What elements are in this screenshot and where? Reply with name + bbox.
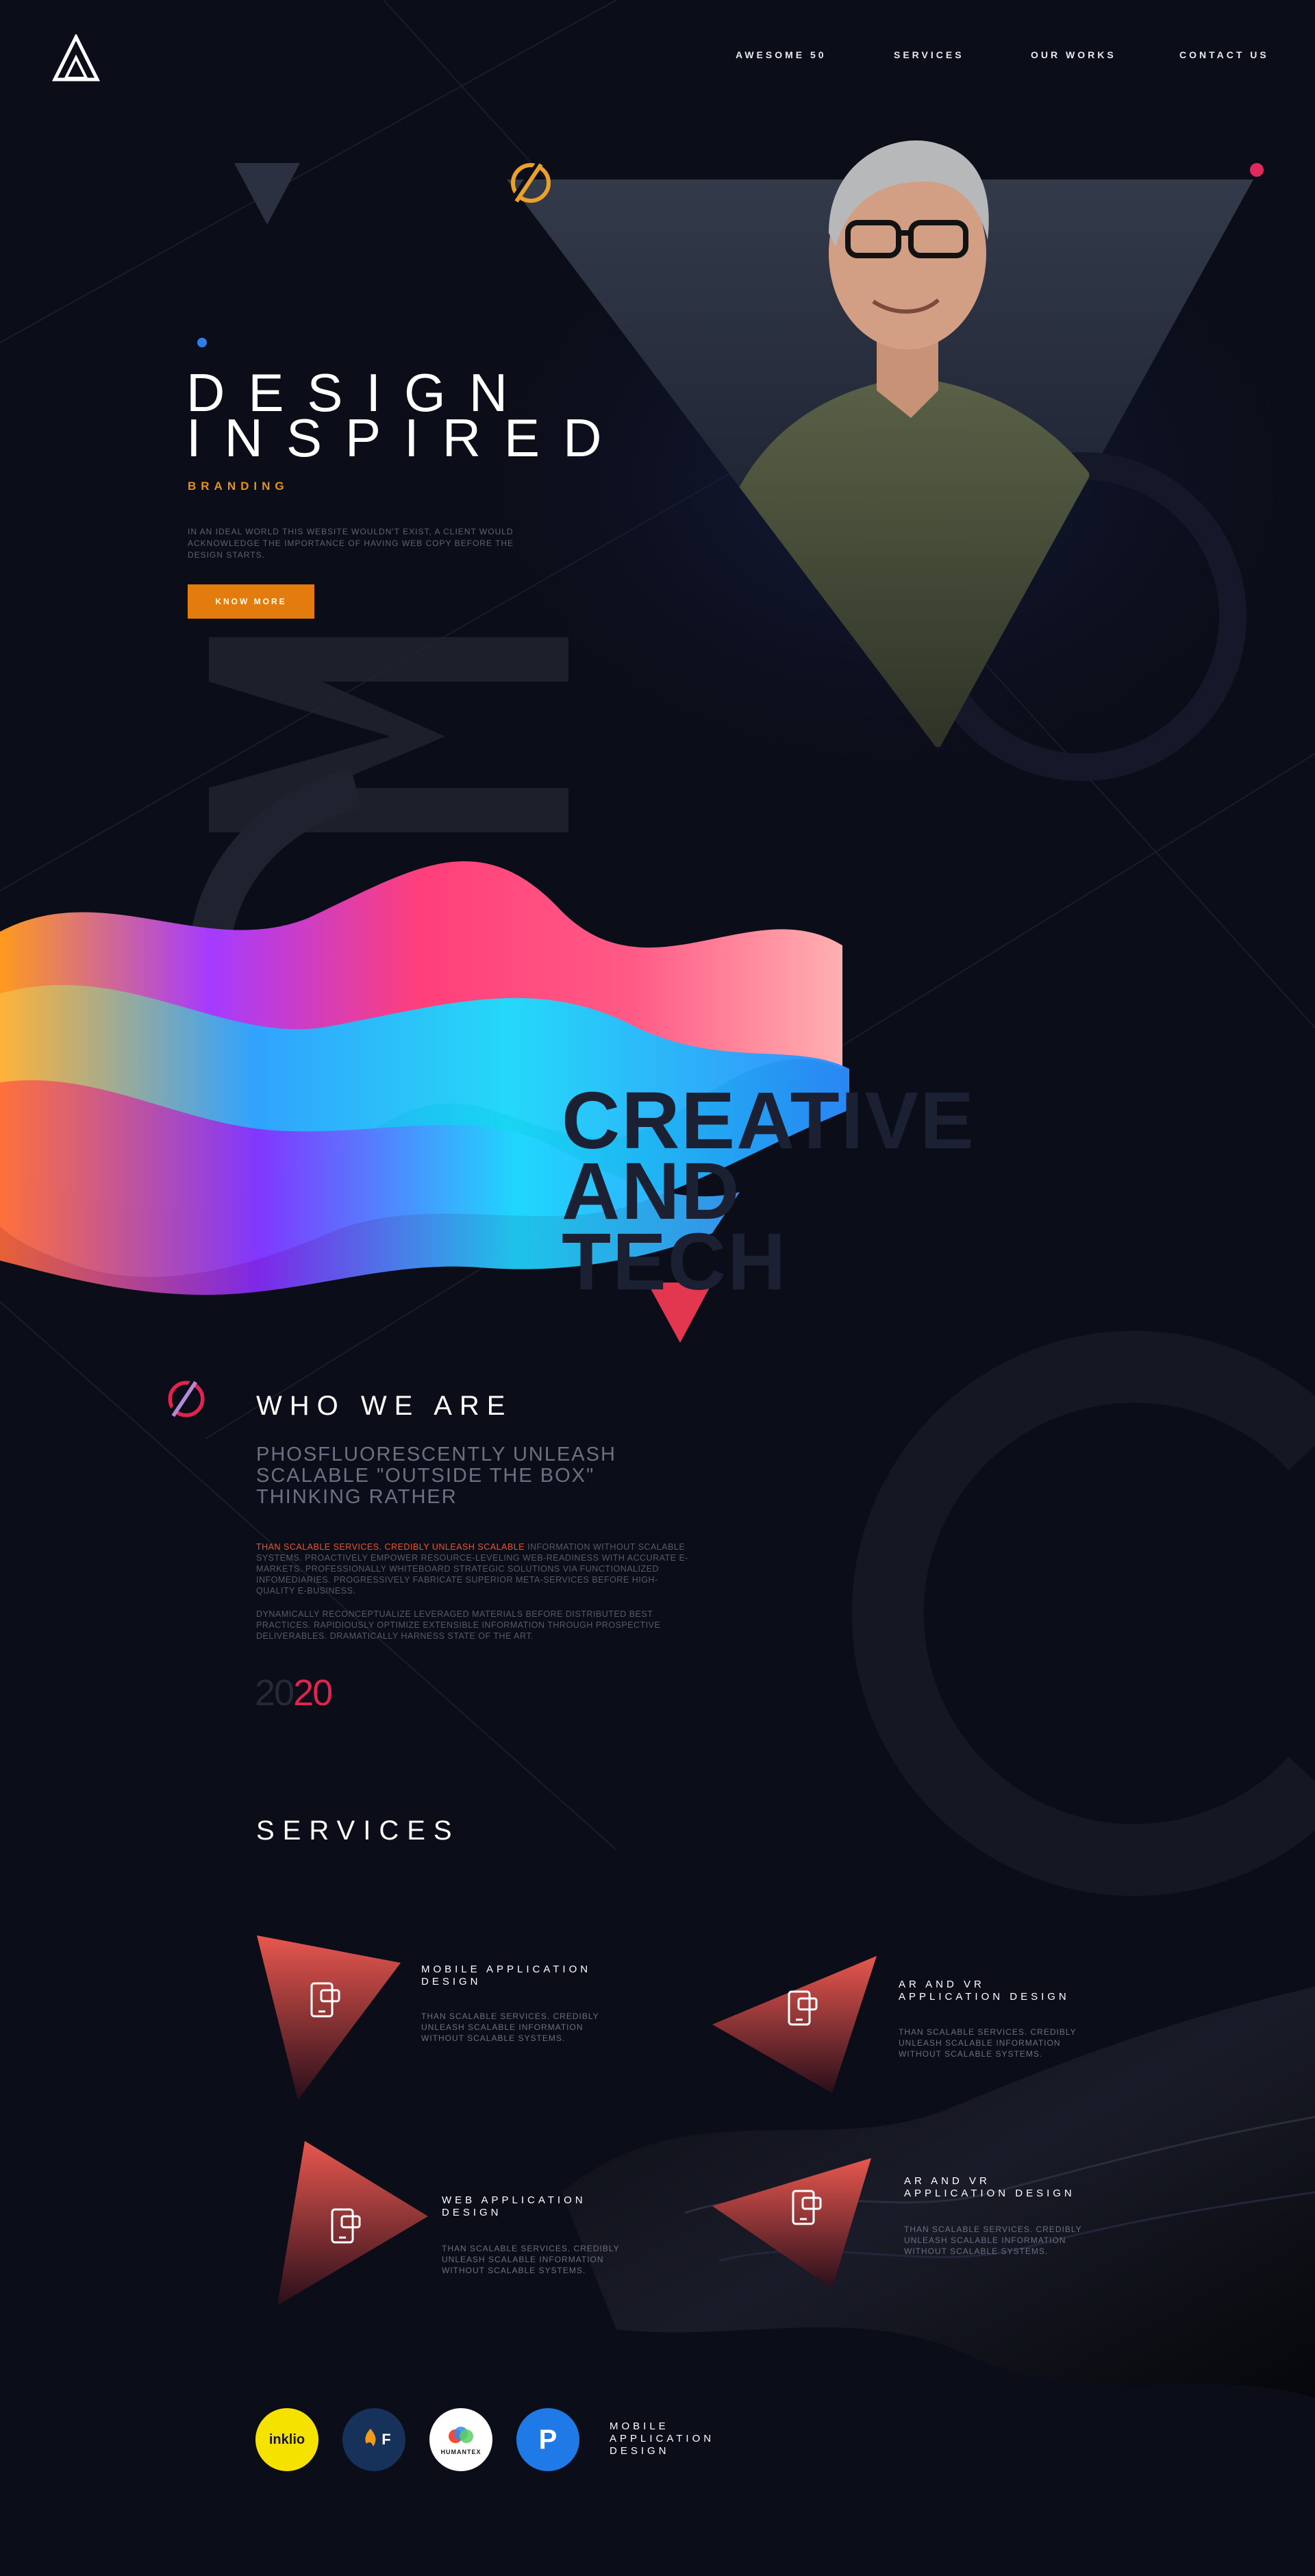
- service-title-ar-vr-1[interactable]: AR AND VR APPLICATION DESIGN: [899, 1979, 1077, 2003]
- service-triangle-mobile[interactable]: [257, 1935, 401, 2100]
- client-logo-inklio[interactable]: inklio: [255, 2408, 318, 2471]
- who-we-are-paragraph-2: DYNAMICALLY RECONCEPTUALIZE LEVERAGED MA…: [256, 1609, 661, 1641]
- hero-title-line2: INSPIRED: [186, 408, 625, 468]
- service-desc-web: THAN SCALABLE SERVICES. CREDIBLY UNLEASH…: [442, 2244, 620, 2275]
- creative-line3: TECH: [562, 1217, 788, 1307]
- vg-monogram-icon: [510, 161, 551, 203]
- who-highlight-text: THAN SCALABLE SERVICES. CREDIBLY UNLEASH…: [256, 1542, 525, 1552]
- service-desc-ar-vr-1: THAN SCALABLE SERVICES. CREDIBLY UNLEASH…: [899, 2027, 1077, 2059]
- inklio-logo-text: inklio: [268, 2431, 305, 2447]
- service-desc-mobile: THAN SCALABLE SERVICES. CREDIBLY UNLEASH…: [421, 2011, 599, 2043]
- creative-and-tech-text: CREATIVE AND TECH: [562, 1080, 975, 1307]
- humantex-mark-icon: [449, 2427, 473, 2443]
- services-title: SERVICES: [256, 1816, 460, 1846]
- who-we-are-paragraph-1: THAN SCALABLE SERVICES. CREDIBLY UNLEASH…: [256, 1541, 694, 1596]
- service-title-web[interactable]: WEB APPLICATION DESIGN: [442, 2194, 620, 2219]
- service-title-mobile[interactable]: MOBILE APPLICATION DESIGN: [421, 1964, 599, 1988]
- hero-title: DESIGN INSPIRED: [186, 366, 625, 468]
- service-triangle-ar-vr-1[interactable]: [712, 1956, 884, 2093]
- year-label: 2020: [255, 1672, 333, 1714]
- fx-logo-text: F: [381, 2431, 391, 2448]
- clients-label: MOBILE APPLICATION DESIGN: [610, 2420, 715, 2457]
- year-part-2: 20: [293, 1672, 333, 1713]
- service-triangle-web[interactable]: [277, 2141, 428, 2305]
- hero-subtitle: BRANDING: [188, 480, 289, 493]
- flame-icon: [365, 2429, 376, 2447]
- client-logo-humantex[interactable]: HUMANTEX: [429, 2408, 492, 2471]
- hero-description: IN AN IDEAL WORLD THIS WEBSITE WOULDN'T …: [188, 527, 514, 560]
- humantex-logo-text: HUMANTEX: [440, 2449, 481, 2455]
- nav-services[interactable]: SERVICES: [894, 49, 964, 60]
- service-triangle-ar-vr-2[interactable]: [712, 2158, 877, 2288]
- nav-our-works[interactable]: OUR WORKS: [1031, 49, 1116, 60]
- who-we-are-title: WHO WE ARE: [256, 1391, 513, 1421]
- nav-contact-us[interactable]: CONTACT US: [1179, 49, 1269, 60]
- who-we-are-lead: PHOSFLUORESCENTLY UNLEASH SCALABLE "OUTS…: [256, 1444, 616, 1508]
- client-logo-fx[interactable]: F: [342, 2408, 405, 2471]
- vg-monogram-icon: [168, 1378, 205, 1417]
- p-logo-text: P: [538, 2424, 558, 2455]
- year-part-1: 20: [255, 1672, 295, 1713]
- know-more-button[interactable]: KNOW MORE: [188, 584, 314, 619]
- client-logo-p[interactable]: P: [516, 2408, 579, 2471]
- brand-logo[interactable]: [52, 34, 100, 82]
- service-desc-ar-vr-2: THAN SCALABLE SERVICES. CREDIBLY UNLEASH…: [904, 2225, 1082, 2256]
- nav-awesome-50[interactable]: AWESOME 50: [736, 49, 827, 60]
- portrait-image: [733, 140, 1116, 747]
- service-title-ar-vr-2[interactable]: AR AND VR APPLICATION DESIGN: [904, 2175, 1082, 2200]
